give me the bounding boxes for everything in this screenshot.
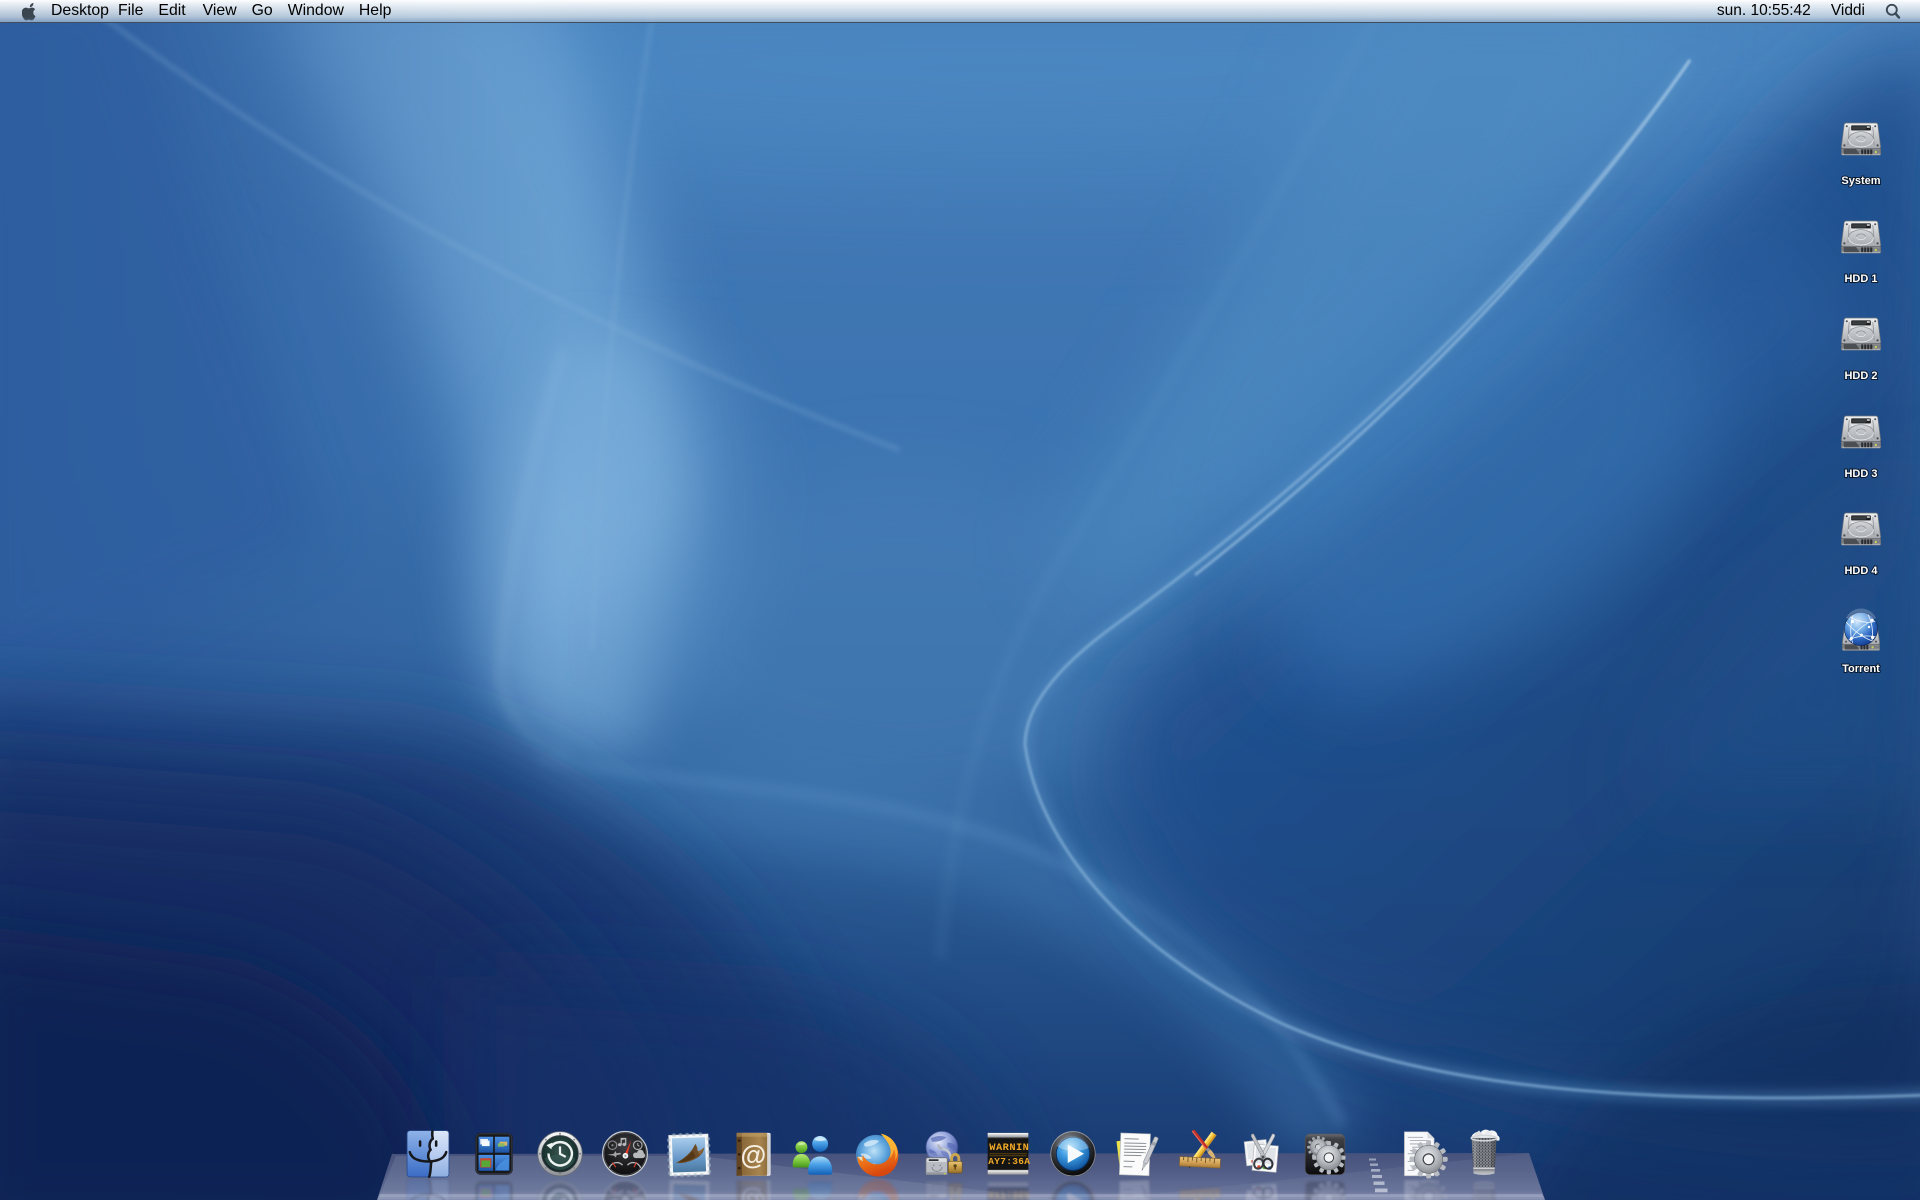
svg-text:Torrent: Torrent — [1842, 663, 1880, 675]
svg-text:HDD 4: HDD 4 — [1844, 565, 1878, 577]
svg-text:HDD 2: HDD 2 — [1844, 370, 1877, 382]
svg-text:System: System — [1841, 175, 1880, 187]
svg-text:HDD 1: HDD 1 — [1844, 273, 1877, 285]
svg-text:HDD 3: HDD 3 — [1844, 468, 1877, 480]
